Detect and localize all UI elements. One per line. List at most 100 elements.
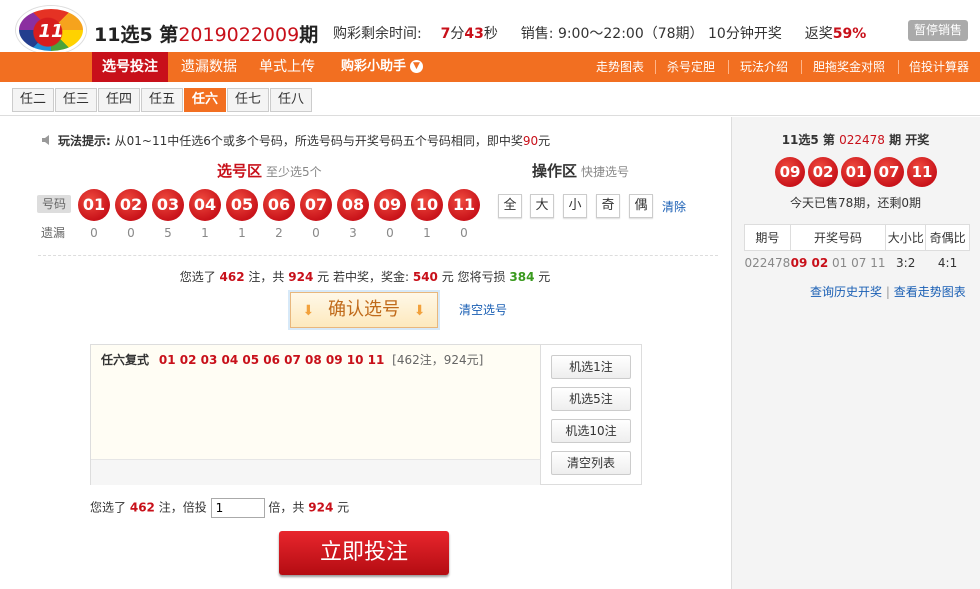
col-issue: 期号 [744, 224, 791, 251]
tab-ren8[interactable]: 任八 [270, 88, 312, 112]
trend-chart-link[interactable]: 查看走势图表 [894, 285, 966, 299]
summary-bets: 462 [219, 270, 245, 284]
clear-selection-button[interactable]: 清空选号 [459, 301, 507, 318]
nav-item-select[interactable]: 选号投注 [92, 52, 168, 82]
nav-link-trend[interactable]: 走势图表 [596, 52, 644, 82]
draw-issue: 022478 [839, 133, 885, 147]
summary-text: 元 若中奖，奖金: [317, 270, 410, 284]
draw-history-table: 期号 开奖号码 大小比 奇偶比 022478 09 02 01 07 11 3:… [744, 224, 970, 275]
miss-value: 1 [201, 226, 209, 240]
row-red-numbers: 09 02 [790, 255, 829, 270]
col-odd-ratio: 奇偶比 [925, 224, 970, 251]
select-odd-button[interactable]: 奇 [596, 194, 620, 218]
multiplier-bets: 462 [129, 500, 155, 515]
sales-time: 9:00～22:00（78期） [557, 26, 704, 42]
countdown-label: 购彩剩余时间: [333, 26, 422, 42]
number-ball-06[interactable]: 06 [263, 189, 295, 221]
miss-value: 0 [312, 226, 320, 240]
main-nav: 选号投注 遗漏数据 单式上传 购彩小助手 ▼ 走势图表 杀号定胆 玩法介绍 胆拖奖… [0, 52, 980, 82]
nav-item-helper[interactable]: 购彩小助手 ▼ [332, 52, 432, 82]
clear-list-button[interactable]: 清空列表 [551, 451, 631, 475]
number-ball-08[interactable]: 08 [337, 189, 369, 221]
bet-now-button[interactable]: 立即投注 [279, 531, 449, 575]
row-numbers: 09 02 01 07 11 [790, 251, 886, 275]
multiplier-amount: 924 [308, 500, 334, 515]
issue-number: 2019022009 [178, 24, 300, 46]
nav-link-prize-table[interactable]: 胆拖奖金对照 [813, 52, 885, 82]
nav-divider [655, 60, 656, 74]
lottery-logo: 11 [16, 6, 86, 54]
summary-text: 元 [538, 270, 551, 284]
number-ball-04[interactable]: 04 [189, 189, 221, 221]
select-zone-subtitle: 至少选5个 [266, 165, 322, 179]
arrow-down-icon: ⬇ [413, 303, 426, 319]
confirm-label: 确认选号 [328, 299, 400, 320]
bet-type: 任六复式 [101, 353, 150, 367]
countdown-minutes: 7 [440, 26, 451, 42]
number-row-label: 号码 [37, 195, 71, 213]
row-size-ratio: 3:2 [896, 255, 916, 270]
number-ball-07[interactable]: 07 [300, 189, 332, 221]
random-1-button[interactable]: 机选1注 [551, 355, 631, 379]
issue-suffix: 期 [299, 24, 319, 46]
draw-ball: 02 [808, 157, 838, 187]
select-zone-label: 选号区 [217, 162, 263, 180]
number-ball-10[interactable]: 10 [411, 189, 443, 221]
random-5-button[interactable]: 机选5注 [551, 387, 631, 411]
clear-selection-link[interactable]: 清除 [662, 198, 686, 215]
summary-amount: 924 [288, 270, 314, 284]
random-10-button[interactable]: 机选10注 [551, 419, 631, 443]
summary-text: 元 您将亏损 [441, 270, 506, 284]
logo-text: 11 [38, 21, 64, 42]
list-item[interactable]: 任六复式 01 02 03 04 05 06 07 08 09 10 11 [4… [101, 351, 483, 368]
stop-sales-button[interactable]: 暂停销售 [908, 20, 968, 41]
arrow-down-icon: ⬇ [302, 303, 315, 319]
multiplier-input[interactable] [210, 498, 265, 518]
select-all-button[interactable]: 全 [498, 194, 522, 218]
miss-value: 0 [386, 226, 394, 240]
number-ball-09[interactable]: 09 [374, 189, 406, 221]
issue-prefix: 第 [159, 24, 179, 46]
tip-text: 从01~11中任选6个或多个号码，所选号码与开奖号码五个号码相同，即中奖 [114, 134, 523, 148]
draw-frequency: 10分钟开奖 [708, 26, 782, 42]
miss-value: 3 [349, 226, 357, 240]
tab-ren6[interactable]: 任六 [184, 88, 226, 112]
nav-item-missing-data[interactable]: 遗漏数据 [172, 52, 246, 82]
miss-value: 1 [423, 226, 431, 240]
confirm-selection-button[interactable]: ⬇ 确认选号 ⬇ [290, 292, 438, 328]
row-rest-numbers: 01 07 11 [832, 255, 886, 270]
number-ball-03[interactable]: 03 [152, 189, 184, 221]
tab-ren7[interactable]: 任七 [227, 88, 269, 112]
tab-ren2[interactable]: 任二 [12, 88, 54, 112]
minute-unit: 分 [450, 26, 465, 42]
second-unit: 秒 [483, 26, 498, 42]
tab-ren3[interactable]: 任三 [55, 88, 97, 112]
bet-numbers: 01 02 03 04 05 06 07 08 09 10 11 [158, 353, 385, 367]
tab-ren4[interactable]: 任四 [98, 88, 140, 112]
multiplier-text: 注，倍投 [158, 500, 207, 515]
tip-unit: 元 [538, 134, 551, 148]
multiplier-text: 倍，共 [268, 500, 305, 515]
bet-list[interactable]: 任六复式 01 02 03 04 05 06 07 08 09 10 11 [4… [91, 345, 541, 459]
number-ball-11[interactable]: 11 [448, 189, 480, 221]
nav-link-multiplier-calc[interactable]: 倍投计算器 [909, 52, 969, 82]
select-even-button[interactable]: 偶 [629, 194, 653, 218]
tab-ren5[interactable]: 任五 [141, 88, 183, 112]
nav-divider [728, 60, 729, 74]
nav-item-single-upload[interactable]: 单式上传 [250, 52, 324, 82]
number-ball-01[interactable]: 01 [78, 189, 110, 221]
sales-label: 销售: [520, 26, 554, 42]
number-ball-02[interactable]: 02 [115, 189, 147, 221]
select-zone-title: 选号区 至少选5个 [217, 160, 322, 181]
nav-link-rules[interactable]: 玩法介绍 [740, 52, 788, 82]
nav-divider [898, 60, 899, 74]
latest-draw-panel [731, 117, 980, 589]
op-zone-label: 操作区 [532, 162, 578, 180]
number-ball-05[interactable]: 05 [226, 189, 258, 221]
nav-link-kill-number[interactable]: 杀号定胆 [667, 52, 715, 82]
history-draw-link[interactable]: 查询历史开奖 [810, 285, 882, 299]
select-big-button[interactable]: 大 [530, 194, 554, 218]
draw-ball: 01 [841, 157, 871, 187]
col-numbers: 开奖号码 [789, 224, 887, 251]
select-small-button[interactable]: 小 [563, 194, 587, 218]
